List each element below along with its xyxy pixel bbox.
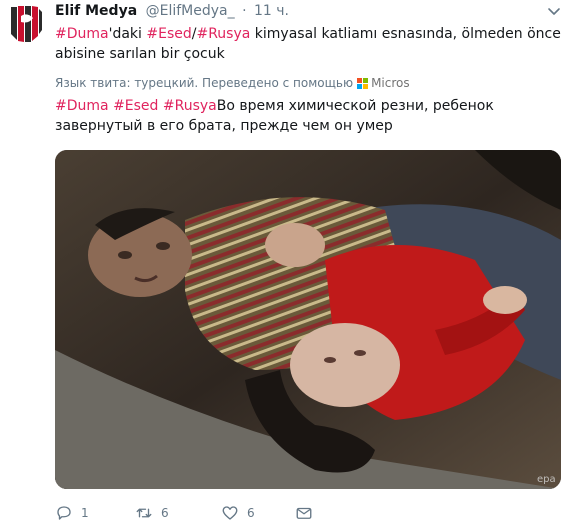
translated-text: #Duma #Esed #RusyaВо время химической ре…: [55, 96, 565, 136]
author-name[interactable]: Elif Medya: [55, 3, 137, 19]
hashtag-link[interactable]: #Rusya: [163, 98, 217, 114]
translation-note: Язык твита: турецкий. Переведено с помощ…: [55, 76, 410, 90]
like-count: 6: [247, 506, 255, 520]
hashtag-link[interactable]: #Esed: [113, 98, 158, 114]
direct-message-icon: [296, 507, 312, 519]
direct-message-button[interactable]: [295, 503, 313, 523]
reply-button[interactable]: 1: [55, 503, 89, 523]
author-handle[interactable]: @ElifMedya_: [146, 3, 235, 19]
tweet-timestamp[interactable]: 11 ч.: [254, 3, 289, 19]
reply-count: 1: [81, 506, 89, 520]
tweet-header: Elif Medya @ElifMedya_ · 11 ч.: [55, 3, 562, 23]
microsoft-logo-icon: [357, 77, 369, 89]
retweet-icon: [136, 508, 152, 518]
avatar[interactable]: [7, 4, 44, 44]
header-separator: ·: [242, 3, 247, 19]
hashtag-link[interactable]: #Rusya: [196, 26, 250, 42]
photo-illustration: epa: [55, 150, 561, 489]
like-icon: [222, 506, 238, 520]
retweet-button[interactable]: 6: [135, 503, 169, 523]
avatar-logo-icon: [7, 4, 44, 44]
hashtag-link[interactable]: #Duma: [55, 98, 109, 114]
chevron-down-icon: [548, 8, 560, 15]
tweet-actions: 1 6 6: [55, 503, 355, 523]
hashtag-link[interactable]: #Esed: [146, 26, 191, 42]
hashtag-link[interactable]: #Duma: [55, 26, 109, 42]
tweet-text: #Duma'daki #Esed/#Rusya kimyasal katliam…: [55, 24, 565, 64]
retweet-count: 6: [161, 506, 169, 520]
like-button[interactable]: 6: [221, 503, 255, 523]
translator-brand[interactable]: Micros: [371, 76, 410, 90]
translation-label: Язык твита: турецкий. Переведено с помощ…: [55, 76, 354, 90]
reply-icon: [57, 506, 71, 520]
photo-watermark: epa: [537, 474, 556, 485]
text-segment: 'daki: [108, 26, 147, 42]
tweet-menu-button[interactable]: [546, 3, 562, 19]
tweet-photo[interactable]: epa: [55, 150, 561, 489]
